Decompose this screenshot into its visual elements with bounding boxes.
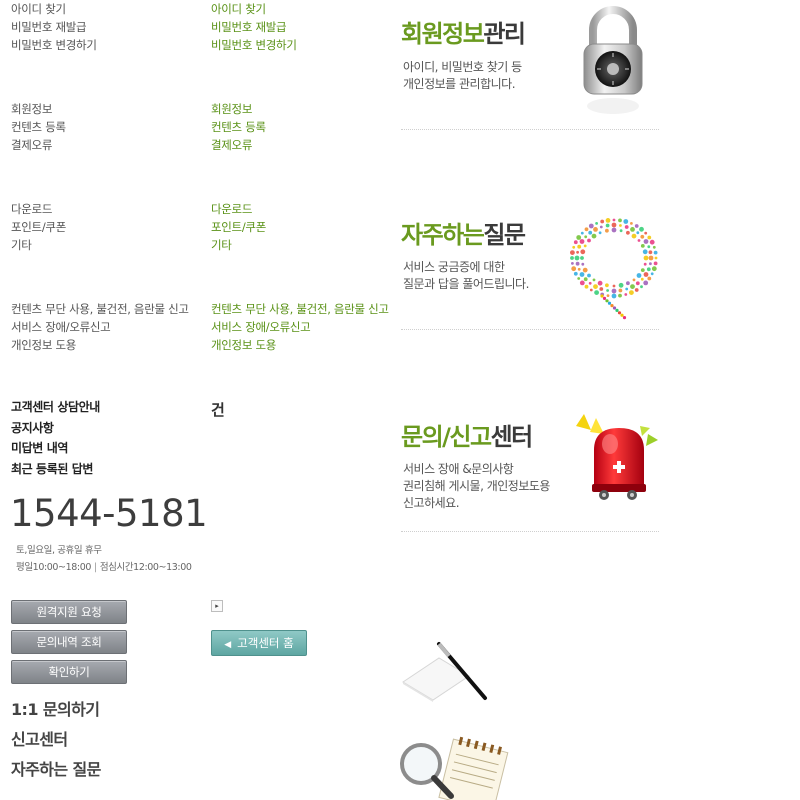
list-item: 서비스 장애/오류신고 [11, 320, 111, 334]
cs-links: 고객센터 상담안내 공지사항 미답변 내역 최근 등록된 답변 [11, 397, 100, 479]
report-section-title: 문의/신고센터 [401, 422, 534, 452]
report-desc-line: 서비스 장애 &문의사항 [403, 462, 514, 476]
report-menu-gray: 컨텐츠 무단 사용, 불건전, 음란물 신고 서비스 장애/오류신고 개인정보 … [11, 300, 189, 354]
member-menu-gray: 회원정보 컨텐츠 등록 결제오류 [11, 100, 66, 154]
member-info-link[interactable]: 회원정보 [211, 100, 266, 118]
content-misuse-report-link[interactable]: 컨텐츠 무단 사용, 불건전, 음란물 신고 [211, 300, 389, 318]
faq-desc-line: 서비스 궁금증에 대한 [403, 260, 505, 274]
speech-bubble-icon [570, 218, 658, 320]
list-item: 비밀번호 변경하기 [11, 38, 97, 52]
cs-guide-link[interactable]: 고객센터 상담안내 [11, 397, 100, 418]
download-menu-gray: 다운로드 포인트/쿠폰 기타 [11, 200, 66, 254]
report-desc-line: 신고하세요. [403, 496, 460, 510]
weekday-hours-text: 평일10:00~18:00 [16, 562, 91, 573]
point-coupon-link[interactable]: 포인트/쿠폰 [211, 218, 266, 236]
inquiry-history-button[interactable]: 문의내역 조회 [11, 630, 127, 654]
identity-theft-link[interactable]: 개인정보 도용 [211, 336, 389, 354]
list-item: 아이디 찾기 [11, 2, 66, 16]
siren-icon [576, 414, 658, 500]
faq-section-title: 자주하는질문 [401, 220, 526, 250]
faq-title-green: 자주하는 [401, 221, 485, 249]
cs-phone-number: 1544-5181 [10, 492, 208, 535]
magnifier-notepad-icon [400, 736, 509, 800]
arrow-left-icon: ◀ [224, 640, 232, 650]
cs-home-button[interactable]: ◀ 고객센터 홈 [211, 630, 307, 656]
padlock-icon [583, 6, 643, 114]
download-menu-green: 다운로드 포인트/쿠폰 기타 [211, 200, 266, 254]
report-section-desc: 서비스 장애 &문의사항 권리침해 게시물, 개인정보도용 신고하세요. [403, 461, 550, 512]
list-item: 다운로드 [11, 202, 53, 216]
member-desc-line: 아이디, 비밀번호 찾기 등 [403, 60, 522, 74]
report-title-green: 문의/신고 [401, 423, 492, 451]
list-item: 기타 [11, 238, 32, 252]
report-desc-line: 권리침해 게시물, 개인정보도용 [403, 479, 550, 493]
faq-section-desc: 서비스 궁금증에 대한 질문과 답을 풀어드립니다. [403, 259, 529, 293]
member-title-green: 회원정보 [401, 20, 485, 48]
report-title-dark: 센터 [490, 423, 534, 451]
content-register-link[interactable]: 컨텐츠 등록 [211, 118, 266, 136]
report-center-link[interactable]: 신고센터 [11, 725, 101, 755]
member-desc-line: 개인정보를 관리합니다. [403, 77, 516, 91]
list-item: 포인트/쿠폰 [11, 220, 66, 234]
weekday-hours: 평일10:00~18:00 | 점심시간12:00~13:00 [16, 559, 192, 576]
notice-link[interactable]: 공지사항 [11, 418, 100, 439]
pen-paper-icon [402, 642, 487, 702]
hours-separator: | [94, 562, 97, 573]
list-item: 컨텐츠 무단 사용, 불건전, 음란물 신고 [11, 302, 189, 316]
account-menu-green: 아이디 찾기 비밀번호 재발급 비밀번호 변경하기 [211, 0, 297, 54]
confirm-button[interactable]: 확인하기 [11, 660, 127, 684]
section-divider [401, 531, 659, 532]
cs-hours: 토,일요일, 공휴일 휴무 평일10:00~18:00 | 점심시간12:00~13… [16, 542, 192, 576]
etc-link[interactable]: 기타 [211, 236, 266, 254]
holiday-notice: 토,일요일, 공휴일 휴무 [16, 545, 102, 556]
recent-answer-link[interactable]: 최근 등록된 답변 [11, 459, 100, 480]
cs-home-label: 고객센터 홈 [237, 636, 294, 650]
list-item: 개인정보 도용 [11, 338, 77, 352]
service-error-report-link[interactable]: 서비스 장애/오류신고 [211, 318, 389, 336]
payment-error-link[interactable]: 결제오류 [211, 136, 266, 154]
reissue-password-link[interactable]: 비밀번호 재발급 [211, 18, 297, 36]
list-item: 회원정보 [11, 102, 53, 116]
section-divider [401, 329, 659, 330]
member-menu-green: 회원정보 컨텐츠 등록 결제오류 [211, 100, 266, 154]
faq-link[interactable]: 자주하는 질문 [11, 755, 101, 785]
list-item: 컨텐츠 등록 [11, 120, 66, 134]
list-item: 비밀번호 재발급 [11, 20, 87, 34]
member-section-desc: 아이디, 비밀번호 찾기 등 개인정보를 관리합니다. [403, 59, 522, 93]
lunch-hours-text: 점심시간12:00~13:00 [99, 562, 192, 573]
change-password-link[interactable]: 비밀번호 변경하기 [211, 36, 297, 54]
quick-links: 1:1 문의하기 신고센터 자주하는 질문 [11, 695, 101, 785]
find-id-link[interactable]: 아이디 찾기 [211, 0, 297, 18]
one-to-one-inquiry-link[interactable]: 1:1 문의하기 [11, 695, 101, 725]
section-divider [401, 129, 659, 130]
download-link[interactable]: 다운로드 [211, 200, 266, 218]
member-title-dark: 관리 [483, 20, 526, 48]
report-menu-green: 컨텐츠 무단 사용, 불건전, 음란물 신고 서비스 장애/오류신고 개인정보 … [211, 300, 389, 354]
member-section-title: 회원정보관리 [401, 19, 526, 49]
faq-title-dark: 질문 [483, 221, 526, 249]
account-menu-gray: 아이디 찾기 비밀번호 재발급 비밀번호 변경하기 [11, 0, 97, 54]
list-item: 결제오류 [11, 138, 53, 152]
count-unit: 건 [211, 401, 225, 419]
mini-arrow-button[interactable]: ▸ [211, 600, 223, 612]
remote-support-button[interactable]: 원격지원 요청 [11, 600, 127, 624]
faq-desc-line: 질문과 답을 풀어드립니다. [403, 277, 529, 291]
unanswered-link[interactable]: 미답변 내역 [11, 438, 100, 459]
